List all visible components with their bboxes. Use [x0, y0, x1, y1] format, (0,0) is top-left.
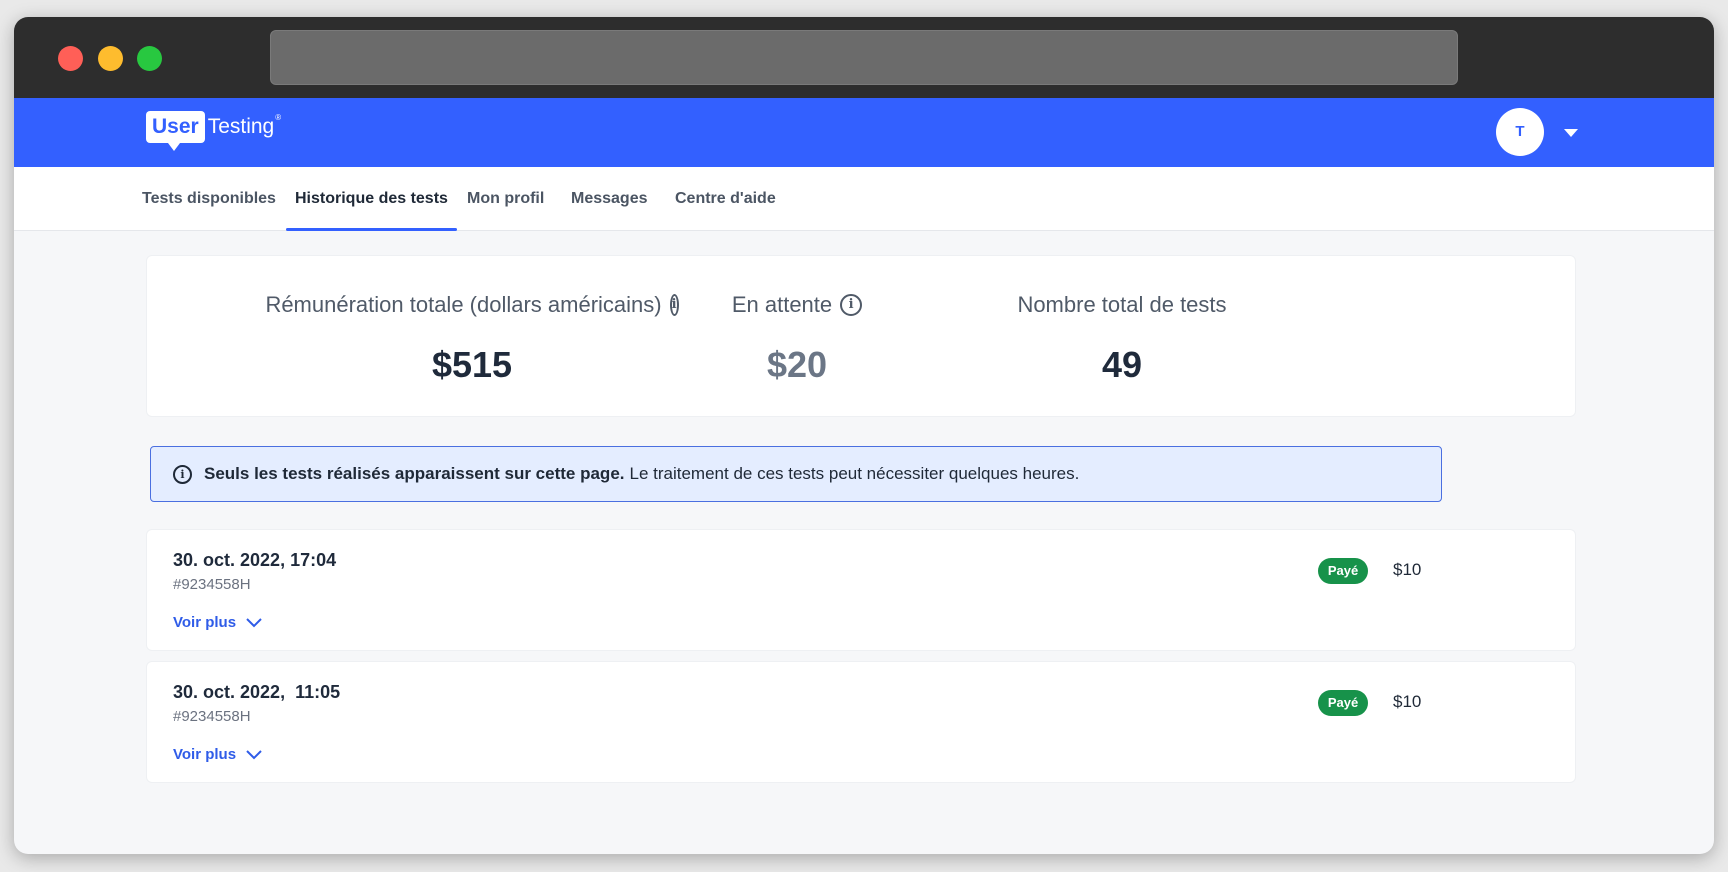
pending-label: En attente — [731, 292, 833, 317]
total-tests-stat: Nombre total de tests 49 — [1007, 290, 1237, 386]
notice-text: Le traitement de ces tests peut nécessit… — [629, 464, 1080, 483]
info-notice: i Seuls les tests réalisés apparaissent … — [150, 446, 1442, 502]
info-icon[interactable]: i — [840, 294, 863, 316]
total-earnings-label: Rémunération totale (dollars américains) — [265, 292, 662, 317]
see-more-label: Voir plus — [173, 614, 237, 631]
total-tests-label: Nombre total de tests — [1017, 292, 1227, 317]
test-id: #9234558H — [173, 708, 251, 725]
test-id: #9234558H — [173, 576, 251, 593]
usertesting-logo[interactable]: User Testing ® — [146, 111, 282, 151]
see-more-button[interactable]: Voir plus — [173, 746, 262, 763]
earnings-summary: Rémunération totale (dollars américains)… — [146, 255, 1576, 417]
pending-stat: En attente i $20 — [727, 290, 867, 386]
notice-bold-text: Seuls les tests réalisés apparaissent su… — [204, 464, 625, 483]
app-header: User Testing ® T — [14, 98, 1714, 167]
main-tabs: Tests disponibles Historique des tests M… — [14, 167, 1714, 231]
logo-user-mark: User — [146, 111, 205, 151]
chevron-down-icon — [246, 617, 262, 627]
browser-titlebar — [14, 17, 1714, 98]
test-date: 30. oct. 2022, 11:05 — [173, 682, 341, 702]
total-earnings-stat: Rémunération totale (dollars américains)… — [265, 290, 679, 386]
info-icon[interactable]: i — [669, 294, 679, 316]
test-amount: $10 — [1393, 560, 1422, 579]
logo-testing-text: Testing — [207, 115, 275, 138]
tab-historique-des-tests[interactable]: Historique des tests — [286, 167, 457, 231]
see-more-button[interactable]: Voir plus — [173, 614, 262, 631]
avatar[interactable]: T — [1496, 108, 1544, 156]
test-history-item: 30. oct. 2022, 11:05 #9234558H Voir plus… — [146, 661, 1576, 783]
test-history-item: 30. oct. 2022, 17:04 #9234558H Voir plus… — [146, 529, 1576, 651]
address-bar[interactable] — [270, 30, 1458, 85]
test-date: 30. oct. 2022, 17:04 — [173, 550, 337, 570]
browser-window: User Testing ® T Tests disponibles Histo… — [14, 17, 1714, 854]
minimize-window-button[interactable] — [98, 46, 123, 71]
chevron-down-icon — [246, 749, 262, 759]
total-earnings-value: $515 — [431, 344, 513, 385]
status-badge: Payé — [1318, 558, 1368, 584]
logo-registered-mark: ® — [275, 113, 282, 122]
close-window-button[interactable] — [58, 46, 83, 71]
pending-value: $20 — [766, 344, 828, 385]
tab-tests-disponibles[interactable]: Tests disponibles — [142, 167, 276, 231]
maximize-window-button[interactable] — [137, 46, 162, 71]
info-icon: i — [173, 464, 192, 484]
tab-messages[interactable]: Messages — [571, 167, 648, 231]
caret-down-icon[interactable] — [1564, 129, 1578, 137]
test-amount: $10 — [1393, 692, 1422, 711]
tab-mon-profil[interactable]: Mon profil — [467, 167, 544, 231]
tab-centre-d-aide[interactable]: Centre d'aide — [675, 167, 776, 231]
total-tests-value: 49 — [1101, 344, 1143, 385]
status-badge: Payé — [1318, 690, 1368, 716]
see-more-label: Voir plus — [173, 746, 237, 763]
